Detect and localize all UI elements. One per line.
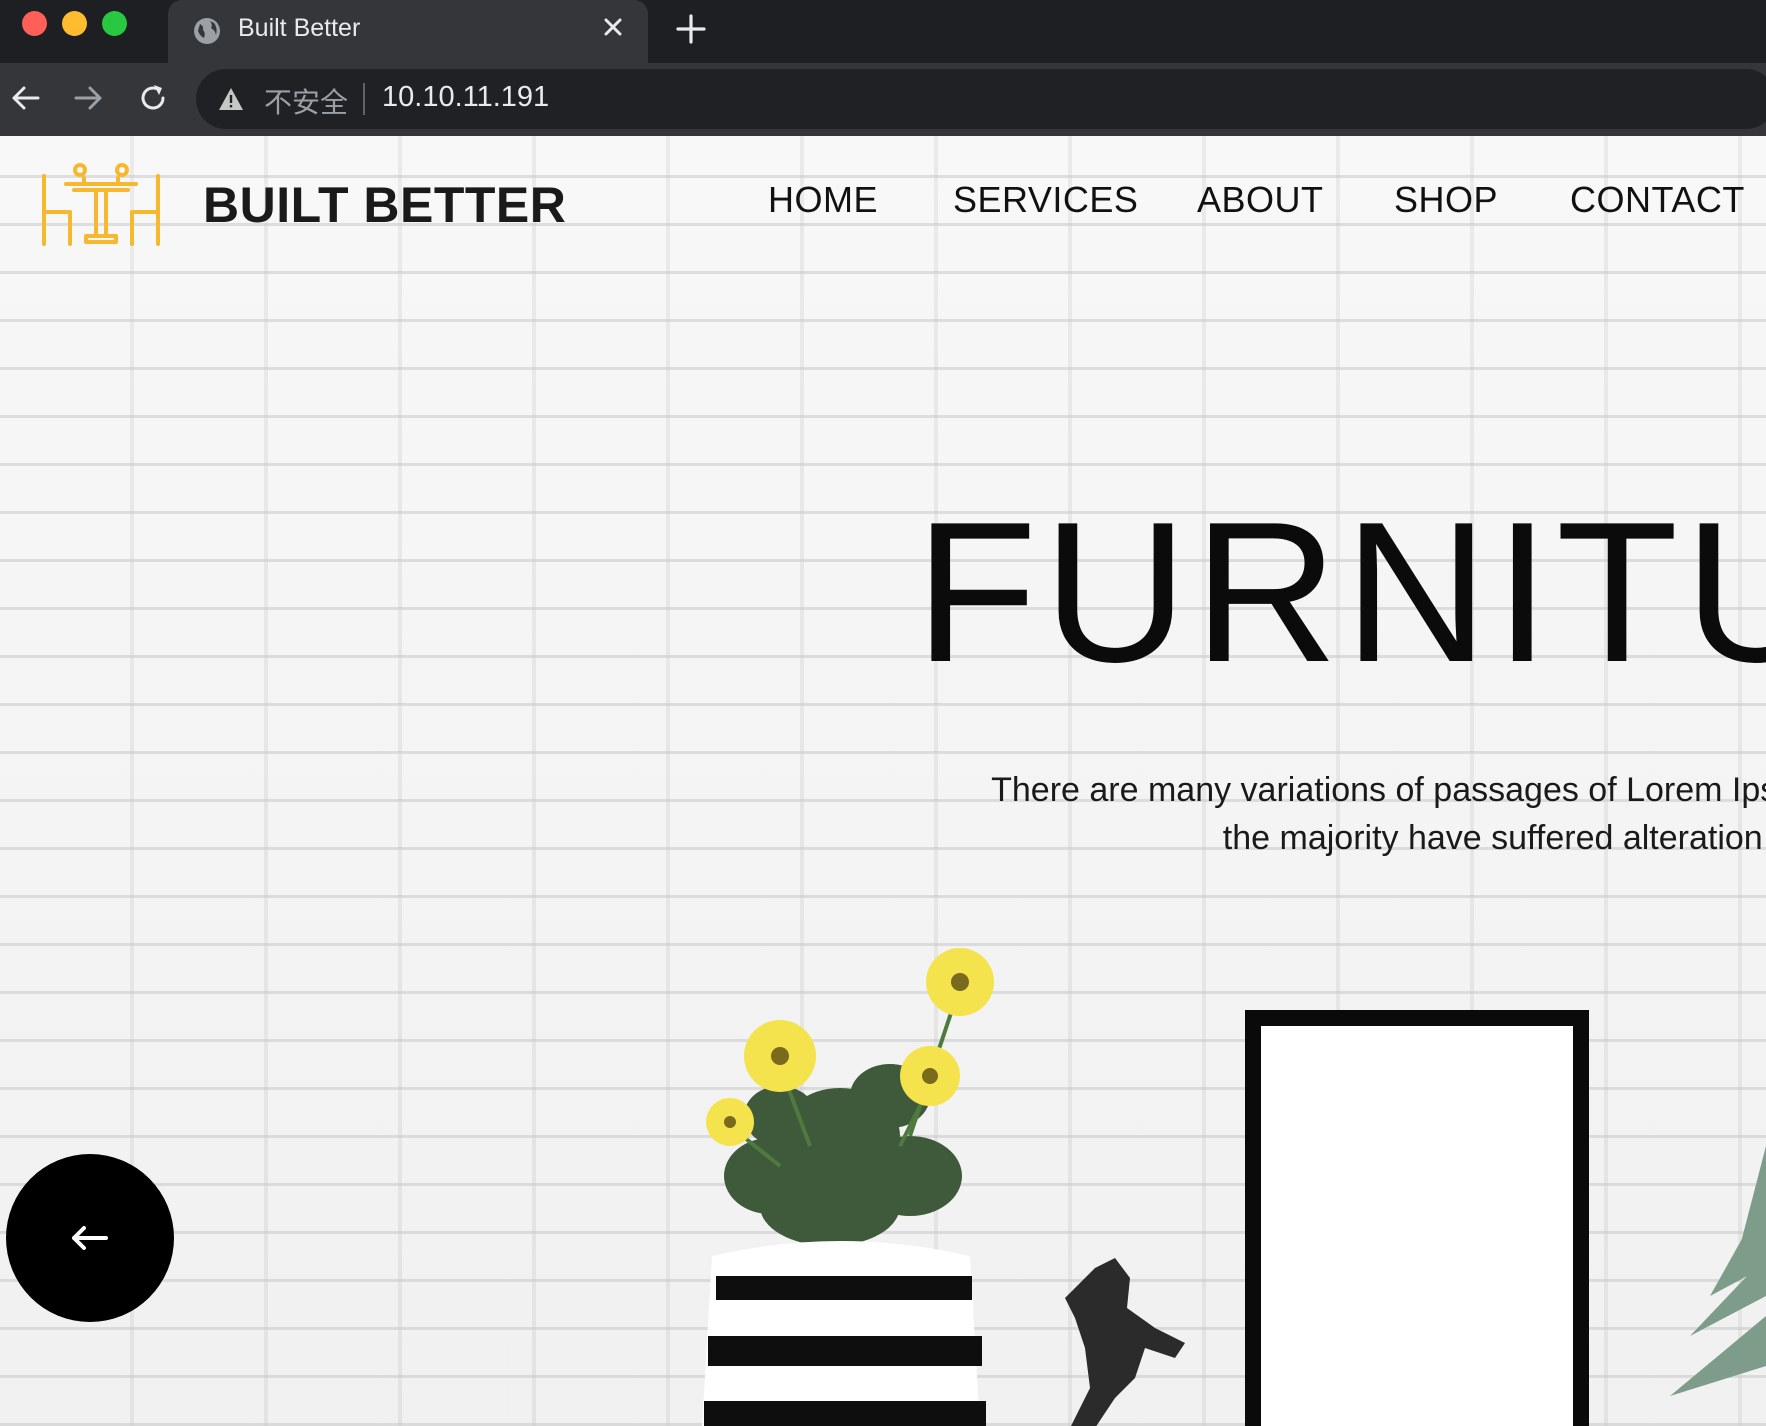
globe-icon (194, 18, 220, 44)
chair-table-logo-icon[interactable] (40, 158, 162, 246)
browser-tab-bar: Built Better (0, 0, 1766, 63)
browser-tab[interactable]: Built Better (168, 0, 648, 63)
address-bar[interactable]: 不安全 10.10.11.191 (196, 69, 1766, 129)
succulent-plant-image (1670, 1146, 1766, 1396)
scroll-back-button[interactable] (6, 1154, 174, 1322)
web-page: BUILT BETTER HOME SERVICES ABOUT SHOP CO… (0, 136, 1766, 1426)
nav-home[interactable]: HOME (768, 179, 878, 221)
arrow-right-icon[interactable] (70, 80, 106, 116)
close-icon[interactable] (598, 12, 628, 42)
window-minimize-button[interactable] (62, 11, 87, 36)
tab-title: Built Better (238, 14, 361, 42)
window-maximize-button[interactable] (102, 11, 127, 36)
picture-frame-canvas (1261, 1026, 1573, 1426)
brand-name[interactable]: BUILT BETTER (203, 176, 566, 234)
picture-frame (1245, 1010, 1589, 1426)
hero-text-line-2: the majority have suffered alteration in… (1222, 819, 1766, 857)
warning-icon (219, 88, 243, 110)
nav-shop[interactable]: SHOP (1394, 179, 1498, 221)
hero-text-line-1: There are many variations of passages of… (991, 771, 1766, 809)
security-label[interactable]: 不安全 (264, 81, 348, 121)
nav-services[interactable]: SERVICES (953, 179, 1138, 221)
nav-contact[interactable]: CONTACT (1570, 179, 1745, 221)
hero-description: There are many variations of passages of… (872, 766, 1766, 862)
hero-title: FURNITUR (915, 481, 1766, 704)
plus-icon[interactable] (674, 12, 708, 46)
arrow-left-icon (72, 1226, 108, 1250)
url-text[interactable]: 10.10.11.191 (382, 81, 549, 114)
horse-figurine-image (1065, 1258, 1185, 1426)
window-close-button[interactable] (22, 11, 47, 36)
address-separator (363, 83, 365, 115)
nav-about[interactable]: ABOUT (1197, 179, 1324, 221)
reload-icon[interactable] (135, 80, 171, 116)
flower-vase-image (702, 948, 994, 1426)
arrow-left-icon[interactable] (8, 80, 44, 116)
browser-toolbar: 不安全 10.10.11.191 (0, 63, 1766, 136)
